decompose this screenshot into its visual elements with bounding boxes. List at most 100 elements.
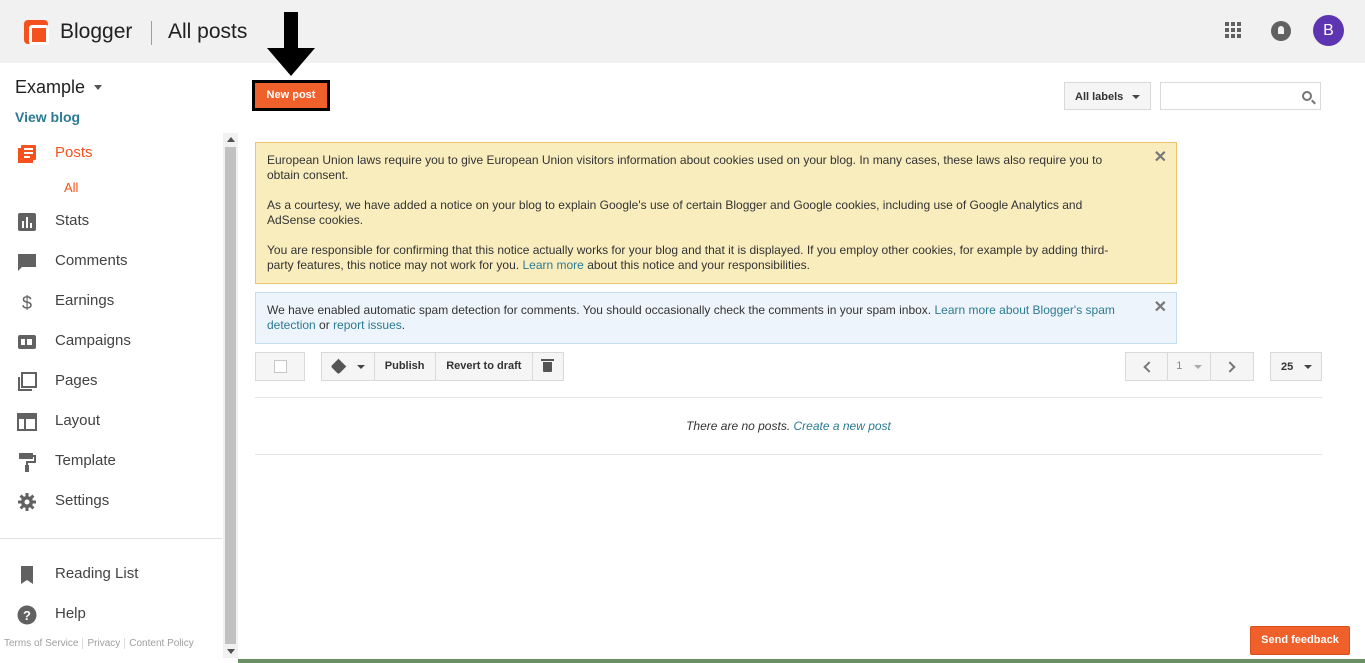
sidebar-item-label: Pages — [55, 372, 98, 389]
footer-links: Terms of Service Privacy Content Policy — [4, 638, 198, 649]
per-page-value: 25 — [1281, 361, 1294, 373]
send-feedback-button[interactable]: Send feedback — [1250, 626, 1350, 655]
label-dropdown-button[interactable] — [322, 353, 375, 380]
delete-button[interactable] — [533, 353, 563, 380]
dollar-icon: $ — [22, 293, 32, 312]
taskbar-strip — [238, 659, 1365, 663]
svg-text:$: $ — [22, 293, 32, 312]
page-number-dropdown[interactable]: 1 — [1168, 353, 1211, 380]
chevron-down-icon — [357, 365, 365, 369]
create-new-post-link[interactable]: Create a new post — [794, 419, 891, 433]
pages-icon — [18, 372, 37, 391]
select-all-checkbox[interactable] — [255, 352, 305, 381]
help-icon: ? — [17, 605, 37, 625]
sidebar-item-label: Template — [55, 452, 116, 469]
chevron-right-icon — [1224, 361, 1236, 373]
sidebar-item-stats[interactable]: Stats — [0, 207, 222, 237]
cookie-notice-text-end: about this notice and your responsibilit… — [587, 258, 810, 272]
chevron-down-icon — [1193, 365, 1202, 369]
spam-notice-period: . — [401, 318, 406, 332]
chevron-left-icon — [1143, 361, 1155, 373]
sidebar-item-label: Earnings — [55, 292, 115, 309]
cookie-notice-p2: As a courtesy, we have added a notice on… — [267, 198, 1083, 227]
cookie-notice-p3: You are responsible for confirming that … — [267, 243, 1128, 273]
cookie-notice: European Union laws require you to give … — [255, 142, 1177, 284]
revert-to-draft-button[interactable]: Revert to draft — [436, 353, 534, 380]
list-divider-top — [255, 397, 1322, 398]
gear-icon — [18, 493, 36, 511]
sidebar-item-posts[interactable]: Posts — [0, 139, 222, 169]
scroll-up-arrow-icon[interactable] — [227, 137, 235, 142]
sidebar-item-label: Settings — [55, 492, 110, 509]
scroll-down-arrow-icon[interactable] — [227, 649, 235, 654]
sidebar-item-pages[interactable]: Pages — [0, 367, 222, 397]
sidebar-divider — [0, 538, 222, 539]
sidebar-item-campaigns[interactable]: Campaigns — [0, 327, 222, 357]
notifications-icon[interactable] — [1271, 21, 1291, 41]
sidebar-subitem-all[interactable]: All — [64, 180, 78, 195]
brand-name[interactable]: Blogger — [60, 20, 132, 44]
apps-grid-icon[interactable] — [1225, 22, 1241, 38]
spam-notice-text: We have enabled automatic spam detection… — [267, 303, 932, 317]
sidebar-item-label: Stats — [55, 212, 90, 229]
search-icon[interactable] — [1302, 91, 1312, 101]
report-issues-link[interactable]: report issues — [333, 318, 402, 332]
comments-icon — [18, 254, 36, 271]
publish-button[interactable]: Publish — [375, 353, 436, 380]
sidebar-item-label: Help — [55, 605, 86, 622]
next-page-button[interactable] — [1211, 353, 1253, 380]
chevron-down-icon — [1132, 95, 1140, 99]
empty-state-text: There are no posts. — [686, 419, 791, 433]
sidebar-item-reading-list[interactable]: Reading List — [0, 560, 222, 590]
sidebar-item-label: Campaigns — [55, 332, 131, 349]
cookie-notice-p1: European Union laws require you to give … — [267, 153, 1103, 182]
list-divider-bottom — [255, 454, 1322, 455]
page-title: All posts — [168, 20, 248, 43]
stats-icon — [18, 213, 36, 231]
sidebar-item-label: Comments — [55, 252, 128, 269]
sidebar-item-help[interactable]: ? Help — [0, 600, 222, 630]
terms-link[interactable]: Terms of Service — [4, 638, 84, 649]
view-blog-link[interactable]: View blog — [15, 109, 80, 125]
trash-icon — [541, 359, 555, 372]
empty-state: There are no posts. Create a new post — [255, 419, 1322, 433]
sidebar-item-template[interactable]: Template — [0, 447, 222, 477]
page-number: 1 — [1176, 360, 1183, 372]
labels-filter-dropdown[interactable]: All labels — [1064, 82, 1151, 110]
campaigns-icon — [18, 335, 36, 349]
content-policy-link[interactable]: Content Policy — [125, 638, 197, 649]
new-post-button[interactable]: New post — [252, 80, 330, 111]
layout-icon — [17, 413, 37, 431]
sidebar-item-layout[interactable]: Layout — [0, 407, 222, 437]
tag-icon — [330, 358, 347, 375]
bookmark-icon — [21, 566, 33, 584]
scrollbar-thumb[interactable] — [225, 147, 236, 644]
post-actions: Publish Revert to draft — [321, 352, 564, 381]
labels-filter-label: All labels — [1075, 91, 1124, 103]
spam-notice: We have enabled automatic spam detection… — [255, 292, 1177, 344]
privacy-link[interactable]: Privacy — [83, 638, 126, 649]
chevron-down-icon[interactable] — [94, 85, 102, 90]
sidebar-item-settings[interactable]: Settings — [0, 487, 222, 517]
search-input[interactable] — [1160, 82, 1321, 110]
chevron-down-icon — [1304, 365, 1312, 369]
blog-name-selector[interactable]: Example — [15, 77, 85, 98]
pagination: 1 — [1125, 352, 1254, 381]
avatar[interactable]: B — [1313, 15, 1344, 46]
sidebar-item-label: Posts — [55, 144, 93, 161]
sidebar-item-comments[interactable]: Comments — [0, 247, 222, 277]
sidebar-item-label: Layout — [55, 412, 101, 429]
paint-roller-icon — [19, 453, 36, 472]
svg-text:?: ? — [23, 608, 31, 623]
spam-notice-or: or — [319, 318, 330, 332]
close-icon[interactable]: ✕ — [1154, 300, 1167, 316]
close-icon[interactable]: ✕ — [1154, 150, 1167, 166]
sidebar-scrollbar[interactable] — [223, 133, 238, 658]
checkbox[interactable] — [274, 360, 287, 373]
learn-more-link[interactable]: Learn more — [522, 258, 583, 272]
posts-per-page-dropdown[interactable]: 25 — [1270, 352, 1322, 381]
previous-page-button[interactable] — [1126, 353, 1169, 380]
sidebar-item-earnings[interactable]: $ Earnings — [0, 287, 222, 317]
posts-icon — [18, 145, 36, 163]
blogger-logo-icon[interactable] — [24, 20, 49, 45]
